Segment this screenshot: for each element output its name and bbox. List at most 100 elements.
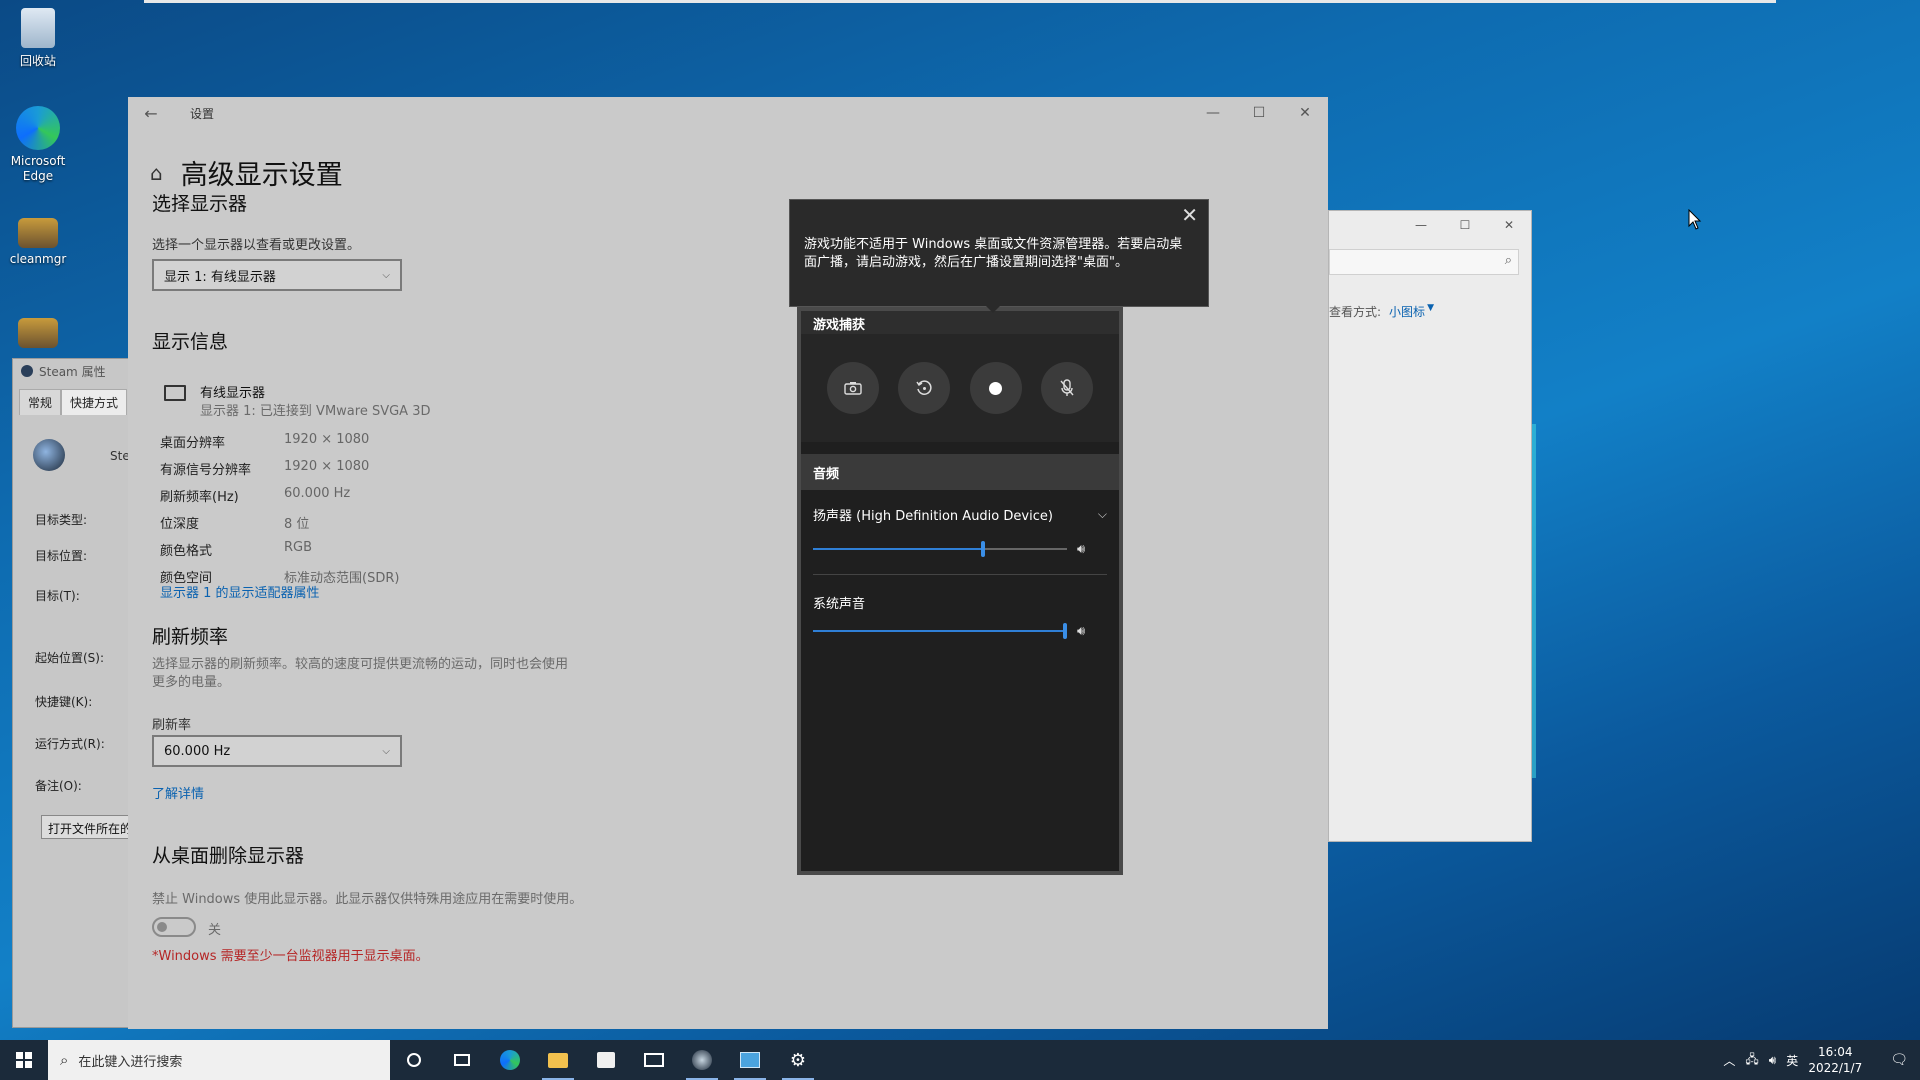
taskbar-clock[interactable]: 16:04 2022/1/7 [1808, 1044, 1862, 1076]
monitor-connection: 显示器 1: 已连接到 VMware SVGA 3D [200, 404, 431, 419]
clock-date: 2022/1/7 [1808, 1061, 1863, 1075]
taskbar: ⌕ 在此键入进行搜索 ⚙ ︿ 🖧︎ 🔊︎ 英 16:04 2022/1/7 🗨︎ [0, 1040, 1920, 1080]
notification-icon[interactable]: 🗨︎ [1890, 1052, 1908, 1068]
back-arrow-icon[interactable]: ← [128, 104, 174, 123]
adapter-properties-link[interactable]: 显示器 1 的显示适配器属性 [160, 582, 320, 601]
monitor-name: 有线显示器 [200, 386, 266, 401]
learn-more-link[interactable]: 了解详情 [152, 783, 204, 802]
taskbar-control-panel[interactable] [726, 1040, 774, 1080]
desktop-icon-edge[interactable]: Microsoft Edge [0, 106, 78, 184]
info-value: 1920 × 1080 [284, 459, 370, 474]
audio-device-name: 扬声器 (High Definition Audio Device) [813, 508, 1053, 524]
slider-thumb[interactable] [981, 541, 986, 557]
record-last-button[interactable] [898, 362, 951, 414]
refresh-rate-dropdown[interactable]: 60.000 Hz ⌵ [152, 735, 402, 767]
select-display-heading: 选择显示器 [152, 193, 248, 215]
maximize-icon[interactable]: ☐ [1443, 213, 1487, 237]
top-strip [144, 0, 1776, 3]
desktop-icon-recycle-bin[interactable]: 回收站 [0, 8, 78, 69]
mail-icon [644, 1053, 664, 1067]
steam-app-name: Ste [110, 449, 130, 463]
refresh-rate-heading: 刷新频率 [152, 626, 229, 648]
audio-device-selector[interactable]: 扬声器 (High Definition Audio Device) ⌵ [801, 494, 1119, 534]
minimize-icon[interactable]: — [1190, 97, 1236, 129]
control-panel-icon [740, 1052, 760, 1068]
mouse-cursor-icon [1688, 209, 1702, 230]
slider-fill [813, 630, 1067, 632]
cp-window-controls: — ☐ ✕ [1399, 213, 1531, 237]
remove-display-warning: *Windows 需要至少一台监视器用于显示桌面。 [152, 949, 429, 964]
task-view-button[interactable] [438, 1040, 486, 1080]
display-info-table: 桌面分辨率 1920 × 1080 有源信号分辨率 1920 × 1080 刷新频率… [160, 432, 399, 586]
cp-search-input[interactable]: ⌕ [1329, 249, 1519, 275]
taskbar-search-box[interactable]: ⌕ 在此键入进行搜索 [48, 1040, 390, 1080]
monitor-icon [164, 385, 186, 401]
settings-window-title: 设置 [190, 106, 215, 121]
display-select-value: 显示 1: 有线显示器 [164, 269, 276, 285]
minimize-icon[interactable]: — [1399, 213, 1443, 237]
window-edge-glow [1532, 424, 1536, 778]
cp-view-by: 查看方式: 小图标 ▼ [1329, 303, 1434, 320]
tab-shortcut[interactable]: 快捷方式 [61, 389, 128, 415]
clock-time: 16:04 [1817, 1045, 1853, 1059]
field-target: 目标(T): [35, 589, 80, 603]
close-icon[interactable]: ✕ [1487, 213, 1531, 237]
chevron-down-icon: ⌵ [1097, 506, 1107, 521]
volume-icon[interactable]: 🔊︎ [1769, 1053, 1777, 1068]
camera-icon [844, 382, 862, 395]
start-button[interactable] [0, 1040, 48, 1080]
steam-properties-window[interactable]: Steam 属性 常规 快捷方式 Ste 目标类型: 目标位置: 目标(T): … [12, 358, 133, 1028]
control-panel-window[interactable]: — ☐ ✕ ⌕ 查看方式: 小图标 ▼ [1328, 210, 1532, 842]
edge-icon [16, 106, 60, 150]
remove-display-toggle[interactable] [152, 917, 196, 937]
audio-heading: 音频 [801, 454, 1119, 490]
mic-toggle-button[interactable] [1041, 362, 1094, 414]
taskbar-file-explorer[interactable] [534, 1040, 582, 1080]
device-volume-slider[interactable] [813, 539, 1067, 559]
desktop-icon-shortcut[interactable] [0, 318, 78, 352]
speaker-icon[interactable]: 🔊︎ [1077, 542, 1085, 557]
system-volume-slider[interactable] [813, 621, 1067, 641]
field-target-location: 目标位置: [35, 549, 88, 563]
info-key: 位深度 [160, 517, 200, 532]
remove-display-description: 禁止 Windows 使用此显示器。此显示器仅供特殊用途应用在需要时使用。 [152, 892, 583, 907]
cortana-button[interactable] [390, 1040, 438, 1080]
open-file-location-button[interactable]: 打开文件所在的 [41, 815, 133, 839]
taskbar-steam[interactable] [678, 1040, 726, 1080]
network-icon[interactable]: 🖧︎ [1745, 1050, 1758, 1071]
screenshot-button[interactable] [826, 362, 879, 414]
view-by-dropdown[interactable]: 小图标 [1389, 303, 1425, 320]
taskbar-settings[interactable]: ⚙ [774, 1040, 822, 1080]
info-row: 位深度 8 位 [160, 513, 399, 532]
folder-icon [548, 1052, 568, 1068]
info-key: 桌面分辨率 [160, 436, 226, 451]
close-icon[interactable]: ✕ [1282, 97, 1328, 129]
home-icon[interactable]: ⌂ [150, 161, 163, 185]
taskbar-edge[interactable] [486, 1040, 534, 1080]
info-key: 刷新频率(Hz) [160, 490, 239, 505]
chevron-up-icon[interactable]: ︿ [1723, 1052, 1735, 1069]
steam-icon [21, 365, 33, 377]
start-recording-button[interactable] [969, 362, 1022, 414]
refresh-rate-description: 选择显示器的刷新频率。较高的速度可提供更流畅的运动，同时也会使用 更多的电量。 [152, 656, 568, 692]
chevron-down-icon: ⌵ [382, 269, 390, 281]
info-value: 8 位 [284, 517, 310, 532]
search-icon: ⌕ [1504, 253, 1512, 268]
maximize-icon[interactable]: ☐ [1236, 97, 1282, 129]
speaker-icon[interactable]: 🔊︎ [1077, 624, 1085, 639]
search-icon: ⌕ [60, 1051, 69, 1069]
mic-off-icon [1060, 379, 1074, 396]
tab-general[interactable]: 常规 [19, 389, 62, 415]
ime-indicator[interactable]: 英 [1786, 1052, 1798, 1069]
display-select-dropdown[interactable]: 显示 1: 有线显示器 ⌵ [152, 259, 402, 291]
close-icon[interactable]: ✕ [1181, 205, 1198, 225]
slider-thumb[interactable] [1063, 623, 1067, 639]
drive-icon [18, 318, 58, 348]
display-info-heading: 显示信息 [152, 331, 229, 353]
taskbar-store[interactable] [582, 1040, 630, 1080]
taskbar-mail[interactable] [630, 1040, 678, 1080]
steam-icon [692, 1050, 712, 1070]
tooltip-text: 游戏功能不适用于 Windows 桌面或文件资源管理器。若要启动桌面广播，请启动… [804, 237, 1183, 270]
gamebar-panel[interactable]: 游戏捕获 音频 扬声器 (High Definition Audio Devic… [797, 307, 1123, 875]
desktop-icon-cleanmgr[interactable]: cleanmgr [0, 218, 78, 266]
